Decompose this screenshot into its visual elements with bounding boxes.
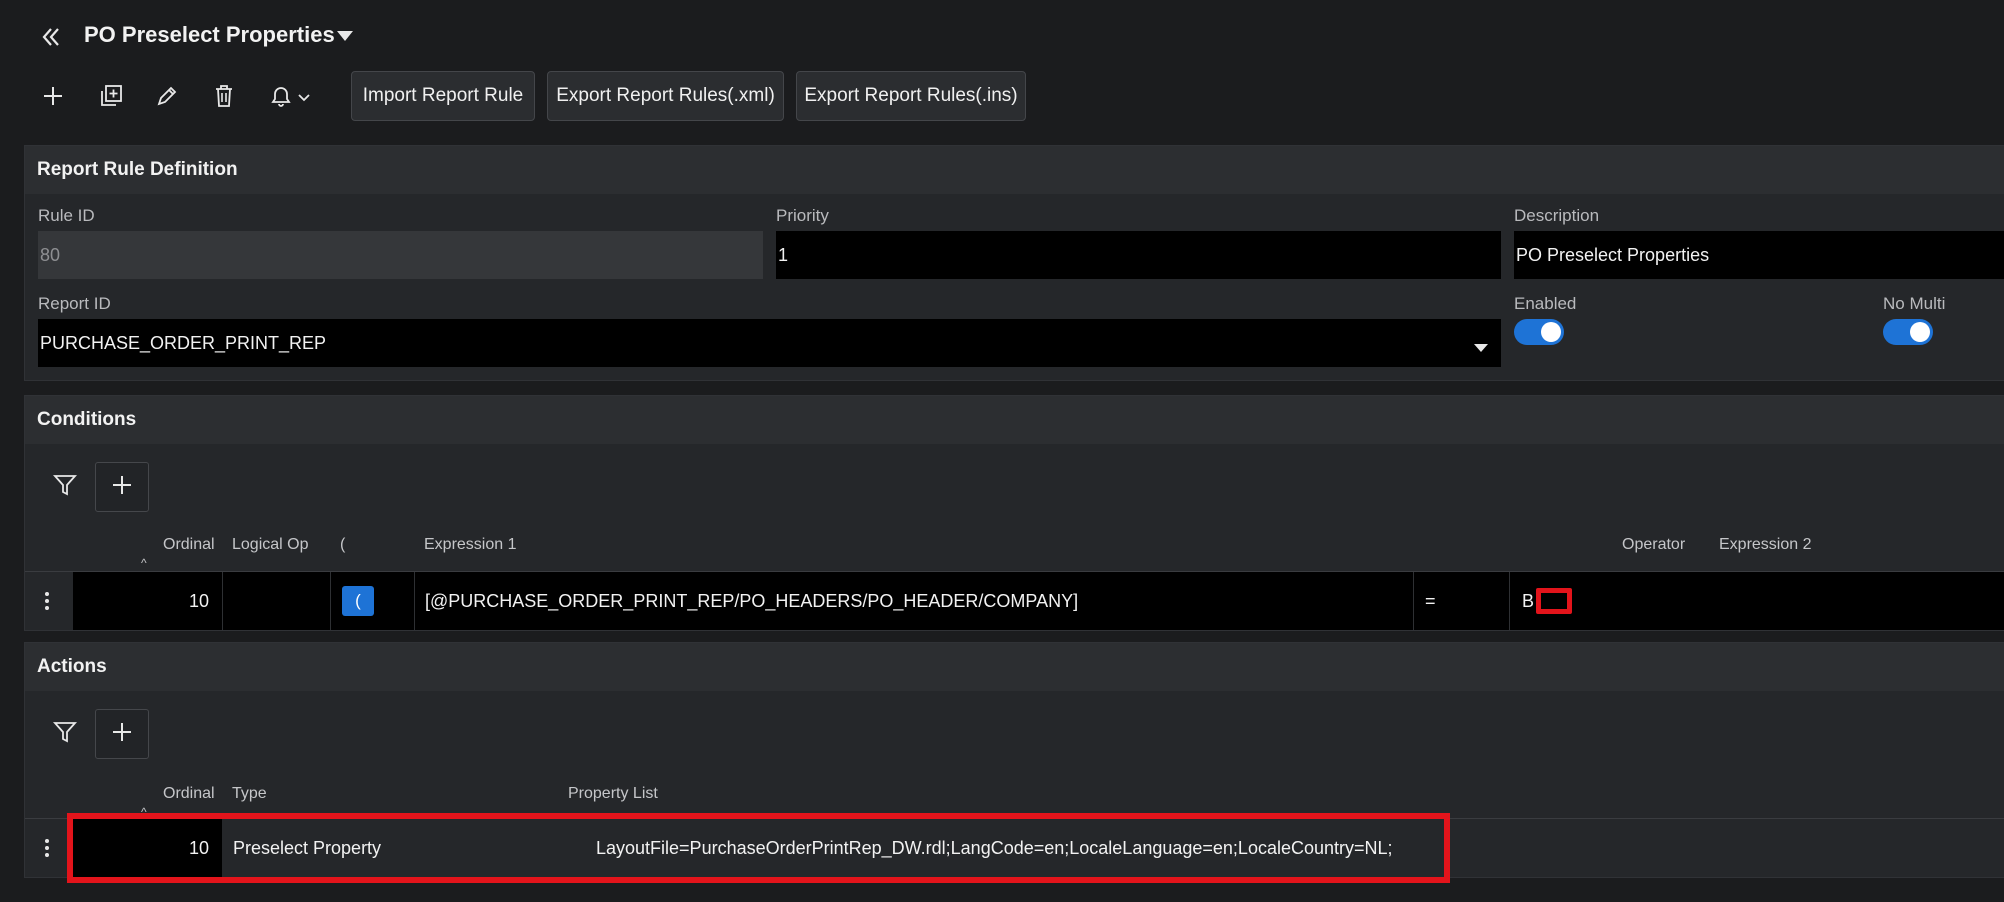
filter-icon xyxy=(52,473,78,502)
col-expression1[interactable]: Expression 1 xyxy=(424,536,517,554)
toggle-knob xyxy=(1541,322,1561,342)
add-icon xyxy=(111,721,133,748)
col-logical-op[interactable]: Logical Op xyxy=(232,536,309,554)
panel-title: Actions xyxy=(37,656,107,677)
ordinal-cell: 10 xyxy=(188,591,209,611)
col-expression2[interactable]: Expression 2 xyxy=(1719,536,1812,554)
edit-icon[interactable] xyxy=(147,78,187,114)
add-icon xyxy=(111,474,133,501)
panel-header: Report Rule Definition xyxy=(25,146,2004,194)
row-menu-icon[interactable] xyxy=(37,572,57,630)
filter-button[interactable] xyxy=(38,462,92,512)
chevron-down-icon[interactable] xyxy=(334,27,356,45)
panel-header: Conditions xyxy=(25,396,2004,444)
paren-badge[interactable]: ( xyxy=(342,586,374,616)
delete-icon[interactable] xyxy=(204,78,244,114)
export-xml-button[interactable]: Export Report Rules(.xml) xyxy=(547,71,784,121)
priority-field[interactable]: 1 xyxy=(776,231,1501,279)
panel-title: Report Rule Definition xyxy=(37,159,238,180)
duplicate-icon[interactable] xyxy=(91,78,131,114)
row-menu-icon[interactable] xyxy=(37,819,57,877)
rule-id-label: Rule ID xyxy=(38,206,95,225)
conditions-panel: Conditions Ordinal ^ Logical Op ( Expres… xyxy=(24,395,2004,631)
conditions-header-row: Ordinal ^ Logical Op ( Expression 1 Oper… xyxy=(25,536,2004,572)
toggle-knob xyxy=(1910,322,1930,342)
add-icon[interactable] xyxy=(33,78,73,114)
page-title: PO Preselect Properties xyxy=(84,22,335,47)
row-gutter xyxy=(25,572,73,630)
no-multi-label: No Multi xyxy=(1883,294,1946,313)
report-id-value: PURCHASE_ORDER_PRINT_REP xyxy=(40,332,327,353)
report-id-select[interactable]: PURCHASE_ORDER_PRINT_REP xyxy=(38,319,1501,367)
expression1-cell: [@PURCHASE_ORDER_PRINT_REP/PO_HEADERS/PO… xyxy=(425,591,1079,611)
rule-id-field: 80 xyxy=(38,231,763,279)
import-report-rule-button[interactable]: Import Report Rule xyxy=(351,71,535,121)
col-ordinal[interactable]: Ordinal xyxy=(163,536,215,554)
enabled-label: Enabled xyxy=(1514,294,1577,313)
highlight-box xyxy=(1536,588,1572,614)
col-paren[interactable]: ( xyxy=(340,536,345,554)
description-label: Description xyxy=(1514,206,1600,225)
table-row[interactable]: 10 Preselect Property LayoutFile=Purchas… xyxy=(67,813,2004,883)
panel-title: Conditions xyxy=(37,409,137,430)
row-gutter xyxy=(25,819,73,877)
col-ordinal[interactable]: Ordinal xyxy=(163,785,215,803)
expression2-cell: B xyxy=(1522,591,1535,611)
actions-panel: Actions Ordinal ^ Type Property List 10 … xyxy=(24,642,2004,883)
report-rule-definition-panel: Report Rule Definition Rule ID 80 Priori… xyxy=(24,145,2004,381)
col-property-list[interactable]: Property List xyxy=(568,785,658,803)
chevron-down-icon[interactable] xyxy=(1473,337,1489,358)
highlight-box xyxy=(67,813,1450,883)
no-multi-toggle[interactable] xyxy=(1883,319,1933,345)
filter-button[interactable] xyxy=(38,709,92,759)
report-id-label: Report ID xyxy=(38,294,111,313)
col-type[interactable]: Type xyxy=(232,785,267,803)
col-operator[interactable]: Operator xyxy=(1622,536,1685,554)
back-icon[interactable] xyxy=(36,20,66,54)
add-action-button[interactable] xyxy=(95,709,149,759)
add-condition-button[interactable] xyxy=(95,462,149,512)
operator-cell: = xyxy=(1425,591,1436,611)
priority-label: Priority xyxy=(776,206,829,225)
table-row[interactable]: 10 ( [@PURCHASE_ORDER_PRINT_REP/PO_HEADE… xyxy=(73,572,2004,630)
panel-header: Actions xyxy=(25,643,2004,691)
enabled-toggle[interactable] xyxy=(1514,319,1564,345)
sort-ascending-icon[interactable]: ^ xyxy=(141,556,147,570)
notification-bell-icon[interactable] xyxy=(262,78,322,114)
description-field[interactable]: PO Preselect Properties xyxy=(1514,231,2004,279)
filter-icon xyxy=(52,720,78,749)
export-ins-button[interactable]: Export Report Rules(.ins) xyxy=(796,71,1026,121)
